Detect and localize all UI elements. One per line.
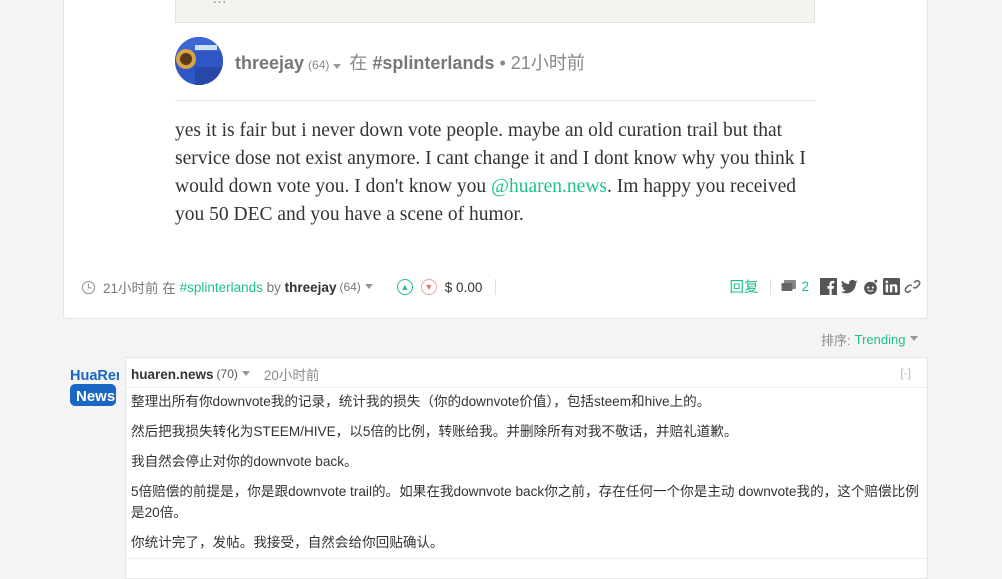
footer-author[interactable]: threejay (285, 280, 337, 295)
logo-text-top: HuaRen (70, 368, 119, 384)
sort-chevron-down-icon[interactable] (910, 336, 919, 341)
community-tag[interactable]: #splinterlands (372, 53, 494, 74)
comment-time[interactable]: 20小时前 (264, 364, 320, 384)
reply-button[interactable]: 回复 (729, 276, 758, 297)
link-icon[interactable] (904, 278, 921, 295)
sort-value[interactable]: Trending (855, 332, 906, 347)
reply-divider (770, 278, 772, 295)
logo-text-bottom: News (76, 388, 115, 405)
linkedin-icon[interactable] (883, 278, 900, 295)
post-time[interactable]: 21小时前 (511, 49, 585, 75)
footer-time[interactable]: 21小时前 (103, 277, 159, 297)
footer-in-word: 在 (162, 281, 176, 296)
clock-icon (81, 280, 96, 294)
comment-author-chevron-down-icon[interactable] (241, 371, 250, 376)
footer-by-word: by (266, 279, 281, 295)
comment-paragraph: 然后把我损失转化为STEEM/HIVE，以5倍的比例，转账给我。并删除所有对我不… (131, 424, 738, 439)
comment-paragraph: 5倍赔偿的前提是，你是跟downvote trail的。如果在我downvote… (131, 484, 919, 520)
comment-count[interactable]: 2 (801, 279, 809, 294)
huaren-news-avatar[interactable]: HuaRen News (69, 365, 125, 407)
footer-author-chevron-down-icon[interactable] (364, 284, 373, 289)
parent-quote: … (175, 0, 815, 23)
author-name[interactable]: threejay (235, 53, 304, 74)
comment-author[interactable]: huaren.news (131, 367, 214, 382)
header-divider (175, 100, 816, 101)
mention-link[interactable]: @huaren.news (491, 176, 607, 197)
collapse-toggle[interactable]: [-] (900, 366, 911, 380)
author-avatar[interactable] (175, 37, 223, 85)
facebook-icon[interactable] (820, 278, 837, 295)
author-reputation: (64) (308, 58, 330, 72)
comments-icon[interactable] (781, 279, 797, 294)
payout-value[interactable]: $ 0.00 (445, 280, 483, 295)
author-menu-chevron-down-icon[interactable] (333, 64, 342, 69)
comment-reputation: (70) (216, 367, 238, 381)
sort-label: 排序: (821, 333, 851, 348)
reddit-icon[interactable] (862, 278, 879, 295)
comment-body: 整理出所有你downvote我的记录，统计我的损失（你的downvote价值），… (131, 391, 921, 562)
twitter-icon[interactable] (841, 278, 858, 295)
post-body: yes it is fair but i never down vote peo… (175, 117, 815, 229)
downvote-icon[interactable]: ▼ (420, 279, 437, 295)
comment-card: huaren.news (70) 20小时前 [-] 整理出所有你downvot… (125, 357, 928, 579)
post-author-line: threejay (64) 在 #splinterlands • 21小时前 (235, 49, 585, 75)
comment-footer-divider (126, 558, 927, 559)
sort-selector[interactable]: 排序: Trending (821, 330, 919, 349)
comment-paragraph: 你统计完了，发帖。我接受，自然会给你回贴确认。 (131, 535, 444, 550)
footer-tag[interactable]: #splinterlands (180, 280, 263, 295)
comment-paragraph: 我自然会停止对你的downvote back。 (131, 454, 358, 469)
footer-reputation: (64) (339, 280, 361, 294)
in-word: 在 (349, 53, 368, 73)
comment-paragraph: 整理出所有你downvote我的记录，统计我的损失（你的downvote价值），… (131, 394, 711, 409)
dot-separator: • (499, 53, 506, 73)
comment-header: huaren.news (70) 20小时前 (131, 364, 319, 384)
quote-excerpt: … (212, 0, 227, 7)
post-card: … threejay (64) 在 #splinterlands • 21小时前… (63, 0, 928, 319)
upvote-icon[interactable]: ▲ (396, 279, 413, 295)
footer-divider (495, 279, 497, 295)
comment-header-divider (126, 387, 927, 388)
post-footer: 21小时前 在 #splinterlands by threejay (64) … (81, 274, 921, 298)
